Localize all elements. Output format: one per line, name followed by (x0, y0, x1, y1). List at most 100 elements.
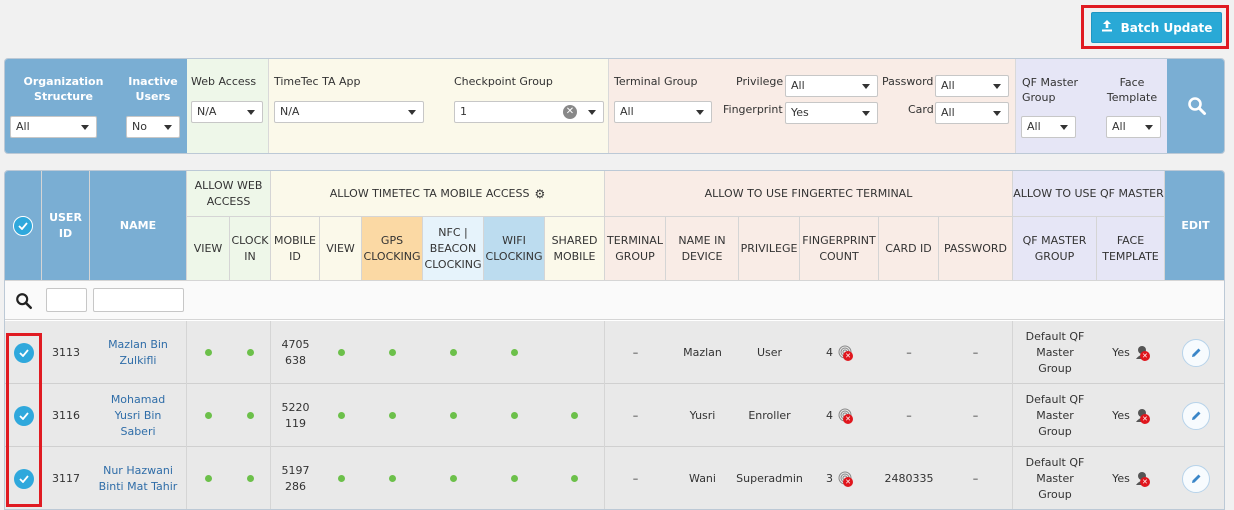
wifi-status (484, 447, 545, 509)
ta-app-select[interactable]: N/A (274, 101, 424, 123)
filter-terminal-section: Terminal Group All Privilege All Fingerp… (609, 59, 1016, 153)
filter-qf-section: QF Master Group Face Template All All (1016, 59, 1167, 153)
selection-highlight (6, 333, 42, 507)
chevron-down-icon (247, 110, 255, 115)
edit-cell (1165, 447, 1224, 509)
web-access-select[interactable]: N/A (191, 101, 263, 123)
status-dot (389, 475, 396, 482)
user-id-cell: 3117 (52, 471, 80, 485)
web-access-label: Web Access (191, 75, 257, 88)
mobile-id-cell: 5197286 (281, 463, 310, 493)
org-structure-label: Organization Structure (23, 75, 104, 103)
password-select[interactable]: All (935, 75, 1009, 97)
web-view-status (187, 384, 230, 447)
name-header[interactable]: NAME (90, 171, 187, 280)
checkpoint-group-select[interactable]: 1 ✕ (454, 101, 604, 123)
table-row: 3117 Nur Hazwani Binti Mat Tahir 5197286… (5, 447, 1224, 509)
qf-group-cell: Default QF Master Group (1025, 455, 1085, 501)
mobile-view-status (320, 384, 362, 447)
chevron-down-icon (164, 125, 172, 130)
batch-update-label: Batch Update (1120, 20, 1213, 35)
status-dot (511, 475, 518, 482)
chevron-down-icon (1145, 125, 1153, 130)
password-cell: – (939, 384, 1013, 447)
filter-web-section: Web Access N/A (187, 59, 269, 153)
status-dot (450, 475, 457, 482)
status-dot (246, 349, 254, 356)
face-template-value: Yes (1112, 471, 1130, 485)
password-cell: – (939, 447, 1013, 509)
search-icon (16, 293, 33, 310)
card-id-cell: – (906, 408, 912, 422)
allow-mobile-header-label: ALLOW TIMETEC TA MOBILE ACCESS (329, 186, 530, 200)
status-dot (511, 412, 518, 419)
gps-clocking-header: GPS CLOCKING (362, 217, 423, 280)
nfc-status (423, 447, 484, 509)
select-all-checkbox[interactable] (13, 215, 33, 236)
view2-header: VIEW (320, 217, 362, 280)
fingerprint-icon: ✕ (837, 471, 853, 487)
qf-master-group-select[interactable]: All (1021, 116, 1076, 138)
edit-cell (1165, 384, 1224, 447)
allow-mobile-header: ALLOW TIMETEC TA MOBILE ACCESS ⚙ (271, 171, 605, 217)
face-template-header: FACE TEMPLATE (1097, 217, 1165, 280)
upload-icon (1101, 20, 1113, 35)
name-in-device-cell: Wani (689, 471, 716, 485)
table-search-row (5, 280, 1224, 320)
face-icon: ✕ (1134, 408, 1150, 424)
org-structure-select[interactable]: All (10, 116, 97, 138)
user-name-link[interactable]: Mazlan Bin Zulkifli (90, 321, 187, 384)
clear-icon[interactable]: ✕ (563, 105, 577, 119)
mobile-view-status (320, 447, 362, 509)
terminal-group-cell: – (632, 408, 639, 422)
privilege-select[interactable]: All (785, 75, 878, 97)
privilege-cell: Superadmin (736, 471, 803, 485)
select-all-header (5, 171, 42, 280)
edit-button[interactable] (1181, 401, 1210, 430)
user-id-search-input[interactable] (46, 288, 87, 312)
batch-update-button[interactable]: Batch Update (1091, 12, 1222, 43)
terminal-group-label: Terminal Group (614, 75, 698, 88)
qf-group-cell: Default QF Master Group (1025, 329, 1085, 375)
nfc-clocking-header: NFC | BEACON CLOCKING (423, 217, 484, 280)
allow-qf-header: ALLOW TO USE QF MASTER (1013, 171, 1165, 217)
terminal-group-select[interactable]: All (614, 101, 712, 123)
allow-web-access-header: ALLOW WEB ACCESS (187, 171, 271, 217)
fingerprint-count-value: 4 (826, 345, 833, 359)
edit-header: EDIT (1165, 171, 1224, 280)
gear-icon[interactable]: ⚙ (534, 186, 545, 202)
chevron-down-icon (408, 110, 416, 115)
fingerprint-count-cell: 4 ✕ (800, 321, 879, 384)
chevron-down-icon (993, 111, 1001, 116)
edit-button[interactable] (1181, 338, 1210, 367)
inactive-users-select[interactable]: No (126, 116, 180, 138)
chevron-down-icon (862, 84, 870, 89)
user-name-link[interactable]: Mohamad Yusri Bin Saberi (90, 384, 187, 447)
user-name-link[interactable]: Nur Hazwani Binti Mat Tahir (90, 447, 187, 509)
privilege-cell: User (756, 345, 783, 359)
shared-status (545, 321, 605, 384)
name-search-input[interactable] (93, 288, 184, 312)
shared-status (545, 384, 605, 447)
status-dot (205, 475, 212, 482)
fingerprint-select[interactable]: Yes (785, 102, 878, 124)
face-template-select[interactable]: All (1106, 116, 1161, 138)
user-id-header[interactable]: USER ID (42, 171, 90, 280)
gps-status (362, 384, 423, 447)
status-dot (450, 349, 457, 356)
password-header: PASSWORD (939, 217, 1013, 280)
edit-cell (1165, 321, 1224, 384)
filter-org-section: Organization Structure Inactive Users Al… (5, 59, 187, 153)
face-template-value: Yes (1112, 408, 1130, 422)
view-header: VIEW (187, 217, 230, 280)
search-button[interactable] (1167, 59, 1224, 153)
edit-button[interactable] (1181, 464, 1210, 493)
pencil-icon (1191, 348, 1200, 357)
users-table: USER ID NAME ALLOW WEB ACCESS ALLOW TIME… (4, 170, 1225, 510)
web-clockin-status (230, 321, 271, 384)
table-row: 3116 Mohamad Yusri Bin Saberi 5220119 – … (5, 384, 1224, 447)
qf-master-group-header: QF MASTER GROUP (1013, 217, 1097, 280)
card-select[interactable]: All (935, 102, 1009, 124)
pencil-icon (1191, 411, 1200, 420)
pencil-icon (1191, 474, 1200, 483)
